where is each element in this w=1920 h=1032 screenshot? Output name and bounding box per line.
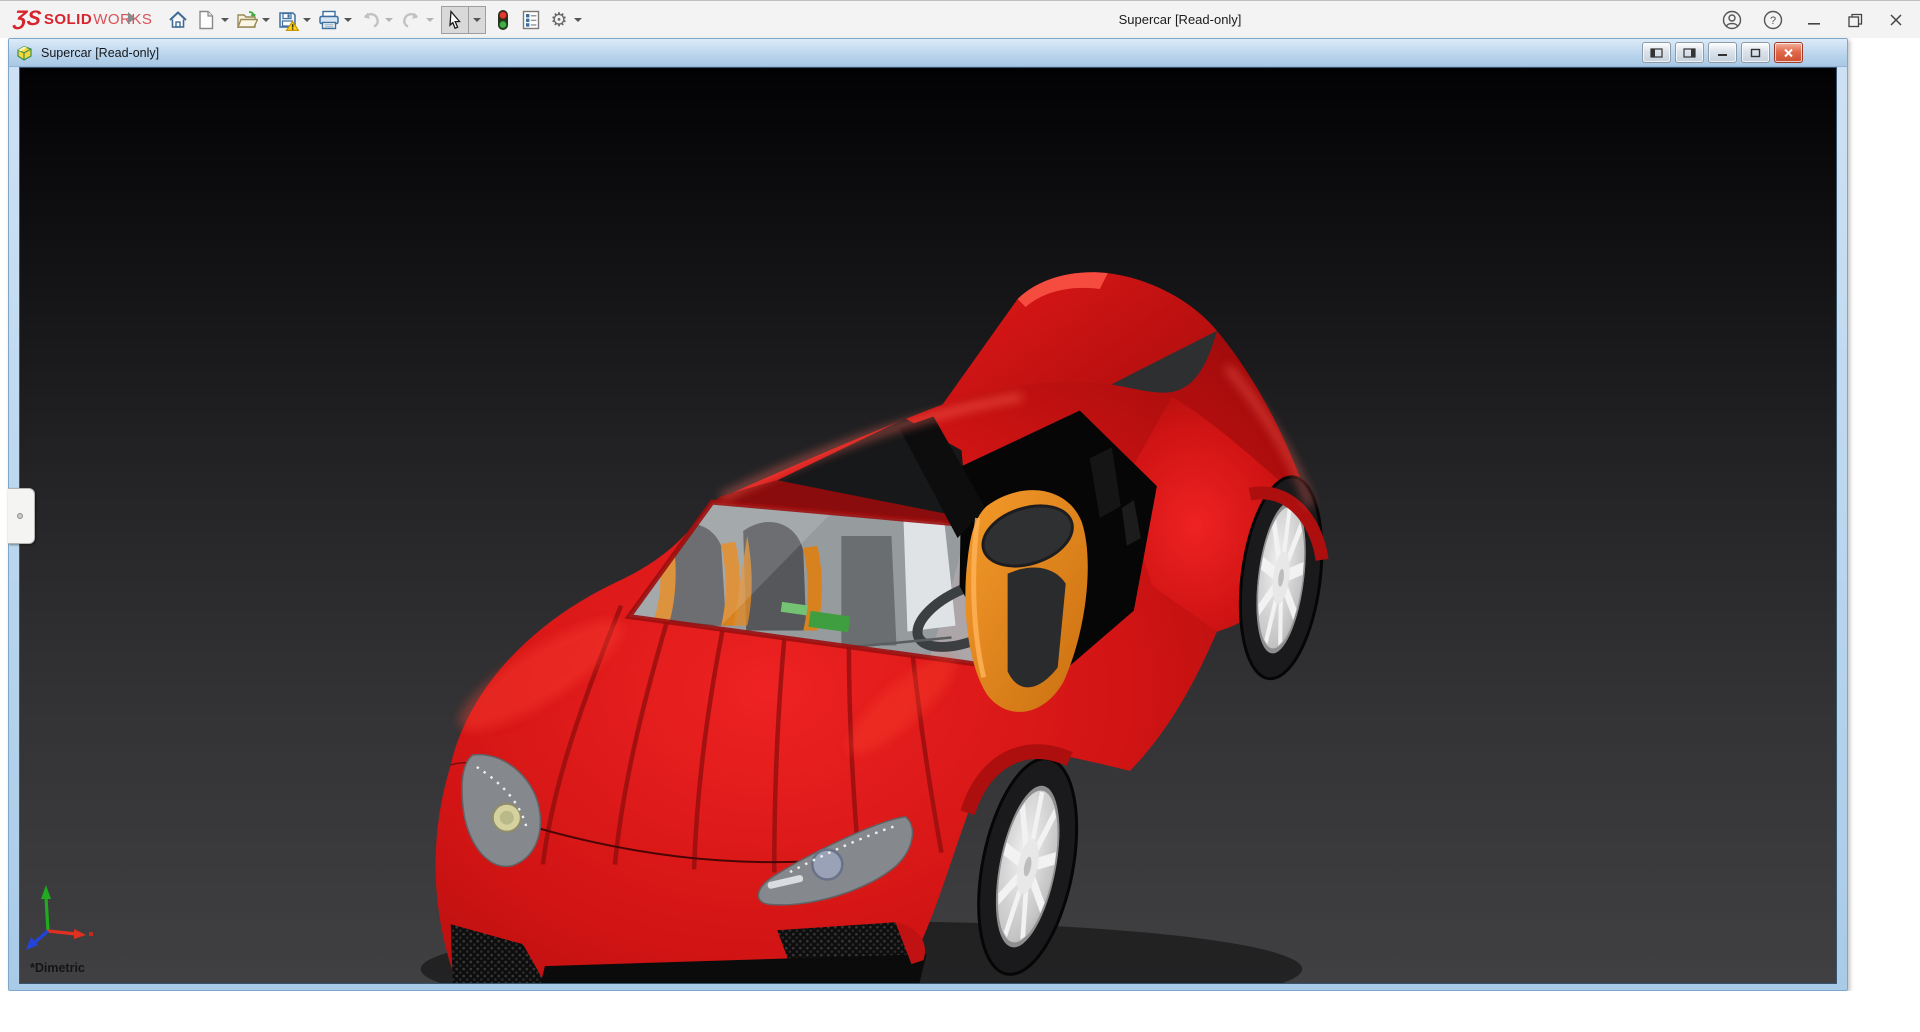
orientation-triad (24, 881, 94, 957)
triad-z-axis (26, 931, 48, 950)
doc-restore-button[interactable] (1741, 42, 1770, 63)
doc-close-icon (1783, 48, 1794, 58)
new-document-icon (197, 10, 215, 30)
undo-button[interactable] (357, 6, 383, 34)
redo-icon (401, 11, 422, 29)
new-document-button[interactable] (193, 6, 219, 34)
account-button[interactable] (1722, 10, 1742, 30)
doc-minimize-icon (1717, 48, 1728, 57)
select-dropdown-segment[interactable] (468, 7, 485, 33)
splitter-grip-dot (17, 513, 23, 519)
file-properties-button[interactable] (518, 6, 544, 34)
ds-logo-mark: ƷS (13, 8, 42, 30)
save-button[interactable] (275, 6, 301, 34)
document-titlebar[interactable]: Supercar [Read-only] (9, 39, 1847, 67)
options-dropdown-caret[interactable] (574, 18, 582, 22)
doc-close-button[interactable] (1774, 42, 1803, 63)
home-button[interactable] (165, 6, 191, 34)
new-dropdown-caret[interactable] (221, 18, 229, 22)
app-window-controls: ? (1722, 1, 1906, 39)
rebuild-button[interactable] (490, 6, 516, 34)
open-dropdown-caret[interactable] (262, 18, 270, 22)
open-folder-icon (236, 10, 258, 30)
doc-restore-icon (1750, 48, 1761, 58)
quick-access-toolbar: ⚙ (164, 4, 586, 36)
print-dropdown-caret[interactable] (344, 18, 352, 22)
pane-collapse-left-button[interactable] (1642, 42, 1671, 63)
undo-icon (360, 11, 381, 29)
pane-right-icon (1683, 48, 1696, 58)
help-button[interactable]: ? (1763, 10, 1783, 30)
close-icon (1888, 12, 1904, 28)
select-tool-group (441, 6, 486, 34)
pane-left-icon (1650, 48, 1663, 58)
car-model-render (20, 68, 1836, 983)
minimize-button[interactable] (1804, 10, 1824, 30)
document-window-controls (1642, 42, 1803, 63)
rebuild-traffic-light-icon (496, 9, 510, 31)
redo-dropdown-caret[interactable] (426, 18, 434, 22)
triad-y-axis (41, 885, 51, 931)
gear-icon: ⚙ (550, 11, 567, 30)
doc-minimize-button[interactable] (1708, 42, 1737, 63)
open-button[interactable] (234, 6, 260, 34)
select-tool-button[interactable] (442, 6, 468, 34)
app-window-title: Supercar [Read-only] (1020, 1, 1340, 39)
document-title: Supercar [Read-only] (41, 46, 159, 60)
select-cursor-icon (446, 10, 464, 30)
home-icon (168, 10, 188, 30)
help-glyph: ? (1770, 15, 1776, 27)
minimize-icon (1806, 12, 1822, 28)
feature-pane-splitter-tab[interactable] (8, 488, 35, 544)
part-document-icon (15, 44, 34, 62)
toolbar-flyout-arrow-icon[interactable] (128, 12, 135, 24)
restore-button[interactable] (1845, 10, 1865, 30)
restore-icon (1847, 12, 1864, 29)
document-window: Supercar [Read-only] (8, 38, 1848, 991)
select-dropdown-caret (473, 18, 481, 22)
view-orientation-label: *Dimetric (30, 961, 85, 975)
close-button[interactable] (1886, 10, 1906, 30)
file-properties-icon (521, 10, 541, 30)
triad-x-axis (48, 929, 93, 939)
save-warning-icon (278, 10, 299, 31)
print-icon (318, 10, 340, 30)
app-titlebar: ƷS SOLIDWORKS (0, 0, 1920, 38)
graphics-viewport[interactable]: *Dimetric (19, 67, 1837, 984)
pane-expand-right-button[interactable] (1675, 42, 1704, 63)
app-background-strip (0, 991, 1920, 1032)
redo-button[interactable] (398, 6, 424, 34)
help-icon: ? (1763, 10, 1783, 30)
options-button[interactable]: ⚙ (546, 6, 572, 34)
print-button[interactable] (316, 6, 342, 34)
account-icon (1722, 10, 1742, 30)
save-dropdown-caret[interactable] (303, 18, 311, 22)
undo-dropdown-caret[interactable] (385, 18, 393, 22)
